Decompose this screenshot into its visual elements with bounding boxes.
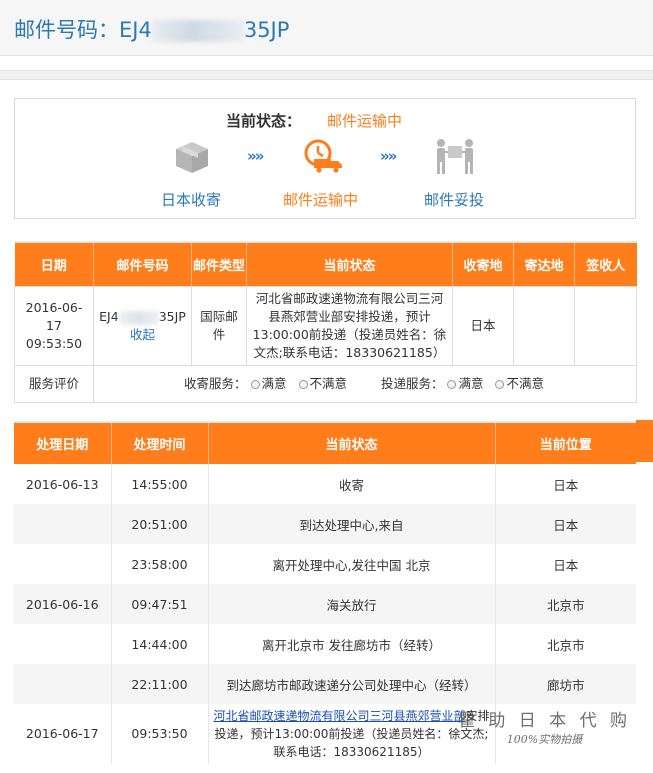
col-header-signer: 签收人 (574, 241, 637, 287)
table-header-row: 日期 邮件号码 邮件类型 当前状态 收寄地 寄达地 签收人 (14, 241, 637, 287)
shop-watermark: 瞿 助 日 本 代 购 100%实物拍摄 (458, 706, 631, 747)
row-location: 北京市 (495, 584, 636, 624)
row-date: 2016-06-17 (14, 704, 112, 764)
number-suffix: 35JP (158, 309, 186, 324)
package-box-icon (176, 142, 208, 173)
table-row: 22:11:00 到达廊坊市邮政速递分公司处理中心（经转） 廊坊市 (14, 664, 636, 704)
delivery-office-link[interactable]: 河北省邮政速递物流有限公司三河县燕郊营业部 (213, 709, 465, 723)
row-date (14, 544, 112, 584)
col-header-type: 邮件类型 (191, 241, 247, 287)
row-status: 到达廊坊市邮政速递分公司处理中心（经转） (208, 664, 496, 704)
row-date (14, 504, 112, 544)
col-header-current-location: 当前位置 (495, 421, 636, 464)
row-location: 日本 (553, 477, 579, 493)
col-header-process-time: 处理时间 (111, 421, 209, 464)
watermark-line2: 100%实物拍摄 (506, 733, 583, 746)
row-time: 09:53:50 (111, 704, 209, 764)
table-row: 23:58:00 离开处理中心,发往中国 北京 日本 (14, 544, 636, 584)
row-time: 22:11:00 (111, 664, 209, 704)
row-status: 离开北京市 发往廊坊市（经转） (208, 624, 496, 664)
cell-origin: 日本 (452, 286, 514, 366)
collect-unsatisfied-label: 不满意 (309, 376, 348, 391)
redacted-number-mask (151, 20, 244, 42)
col-header-status: 当前状态 (246, 241, 453, 287)
cell-number: EJ4 35JP 收起 (93, 286, 192, 366)
step-arrow-icon: »» (380, 147, 397, 165)
header-edge (636, 420, 653, 462)
col-header-date: 日期 (14, 241, 94, 287)
row-time: 09:47:51 (111, 584, 209, 624)
row-time: 14:55:00 (111, 464, 209, 504)
redacted-number-mask (118, 310, 159, 325)
col-header-process-date: 处理日期 (14, 421, 112, 464)
row-date: 2016-06-13 (14, 464, 112, 504)
collect-satisfied-radio[interactable] (250, 380, 260, 389)
mail-number-title: 邮件号码：EJ4 35JP (14, 14, 289, 44)
watermark-line1: 瞿 助 日 本 代 购 (457, 711, 631, 731)
row-location: 日本 (495, 504, 636, 544)
handover-people-icon (437, 139, 473, 174)
row-date (14, 664, 112, 704)
delivery-truck-clock-icon (304, 139, 342, 173)
cell-date: 2016-06-17 09:53:50 (14, 286, 94, 366)
collect-unsatisfied-radio[interactable] (298, 380, 308, 389)
step-arrow-icon: »» (247, 147, 264, 165)
cell-destination (513, 286, 575, 366)
table-row: 14:44:00 离开北京市 发往廊坊市（经转） 北京市 (14, 624, 636, 664)
row-time: 14:44:00 (111, 624, 209, 664)
step-label-collected: 日本收寄 (161, 191, 222, 209)
mail-number-suffix: 35JP (243, 18, 290, 42)
mail-info-table: 日期 邮件号码 邮件类型 当前状态 收寄地 寄达地 签收人 2016-06-17… (14, 241, 637, 403)
col-header-number: 邮件号码 (93, 241, 192, 287)
row-status: 海关放行 (208, 584, 496, 624)
row-time: 23:58:00 (111, 544, 209, 584)
table-row: 20:51:00 到达处理中心,来自 日本 (14, 504, 636, 544)
collapse-link[interactable]: 收起 (130, 327, 155, 342)
deliver-unsatisfied-radio[interactable] (495, 380, 505, 389)
current-status-label: 当前状态： (226, 112, 302, 130)
row-time: 20:51:00 (111, 504, 209, 544)
service-rating-row: 服务评价 收寄服务： 满意 不满意 投递服务： 满意 不满意 (14, 365, 637, 403)
rating-label: 服务评价 (14, 365, 94, 403)
row-status: 到达处理中心,来自 (208, 504, 496, 544)
cell-type: 国际邮件 (191, 286, 247, 366)
row-status: 河北省邮政速递物流有限公司三河县燕郊营业部安排投递，预计13:00:00前投递（… (208, 704, 496, 764)
table-row: 2016-06-13 14:55:00 收寄 日本 (14, 464, 636, 504)
row-location: 廊坊市 (495, 664, 636, 704)
mail-number-label: 邮件号码： (14, 18, 119, 42)
col-header-destination: 寄达地 (513, 241, 575, 287)
table-row: 2016-06-16 09:47:51 海关放行 北京市 (14, 584, 636, 624)
cell-status: 河北省邮政速递物流有限公司三河县燕郊营业部安排投递，预计13:00:00前投递（… (246, 286, 453, 366)
row-status: 离开处理中心,发往中国 北京 (208, 544, 496, 584)
collect-service-label: 收寄服务： (184, 376, 247, 391)
row-date (14, 624, 112, 664)
section-divider (0, 70, 653, 80)
cell-signer (574, 286, 637, 366)
col-header-current-status: 当前状态 (208, 421, 496, 464)
col-header-origin: 收寄地 (452, 241, 514, 287)
row-location: 北京市 (546, 637, 585, 653)
step-label-delivered: 邮件妥投 (424, 191, 485, 209)
deliver-satisfied-label: 满意 (458, 376, 484, 391)
row-status: 收寄 (208, 464, 496, 504)
mail-number-prefix: EJ4 (119, 18, 152, 42)
header-bar: 邮件号码：EJ4 35JP (0, 0, 653, 56)
rating-options: 收寄服务： 满意 不满意 投递服务： 满意 不满意 (93, 365, 637, 403)
collect-satisfied-label: 满意 (261, 376, 287, 391)
table-header-row: 处理日期 处理时间 当前状态 当前位置 (14, 421, 636, 464)
number-prefix: EJ4 (99, 309, 119, 324)
deliver-unsatisfied-label: 不满意 (506, 376, 544, 391)
row-location: 日本 (553, 557, 579, 573)
current-status-value: 邮件运输中 (327, 112, 403, 130)
deliver-satisfied-radio[interactable] (447, 380, 457, 389)
deliver-service-label: 投递服务： (380, 376, 444, 391)
row-date: 2016-06-16 (14, 584, 112, 624)
step-label-in-transit: 邮件运输中 (283, 191, 359, 209)
table-row: 2016-06-17 09:53:50 EJ4 35JP 收起 国际邮件 河北省邮… (14, 286, 637, 366)
